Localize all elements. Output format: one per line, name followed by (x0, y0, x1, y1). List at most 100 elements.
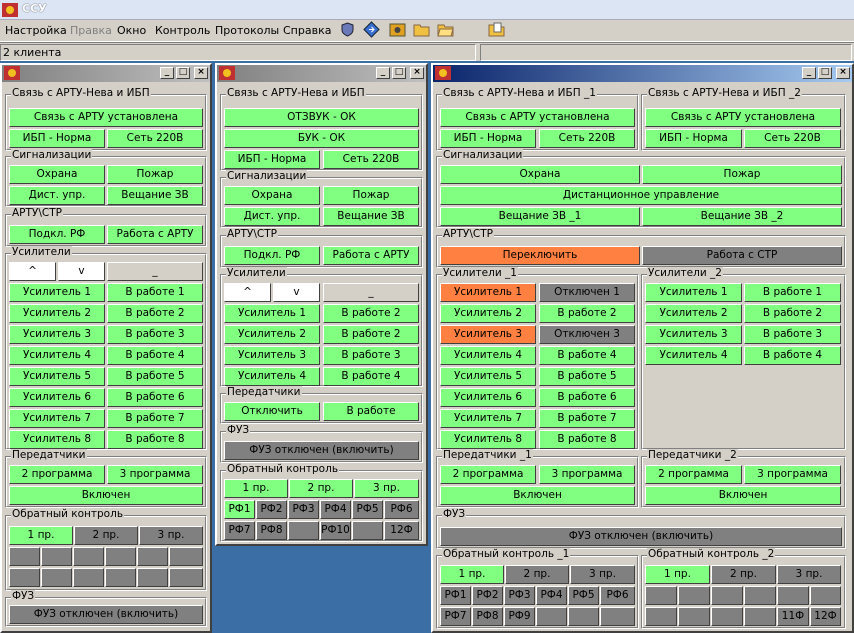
remote-control-button[interactable]: Дист. упр. (9, 186, 105, 205)
broadcast-zv-1-button[interactable]: Вещание ЗВ _1 (440, 207, 640, 226)
rf-cell[interactable] (645, 607, 677, 626)
rf-cell[interactable] (169, 568, 203, 587)
program-1-tab[interactable]: 1 пр. (9, 526, 73, 545)
broadcast-zv-2-button[interactable]: Вещание ЗВ _2 (642, 207, 842, 226)
rf-cell[interactable]: РФ4 (320, 500, 351, 519)
maximize-button[interactable]: □ (176, 67, 190, 79)
program-3-button[interactable]: 3 программа (107, 465, 203, 484)
remote-control-button[interactable]: Дист. упр. (224, 207, 320, 226)
window-titlebar[interactable]: _ □ × (2, 65, 210, 82)
program-2-button[interactable]: 2 программа (9, 465, 105, 484)
working-status-button[interactable]: В работе (323, 402, 419, 421)
program-3-tab[interactable]: 3 пр. (139, 526, 203, 545)
fire-button[interactable]: Пожар (642, 165, 842, 184)
rf-cell[interactable]: РФ2 (256, 500, 287, 519)
rf-cell[interactable]: РФ2 (472, 586, 503, 605)
amplifier-button[interactable]: Усилитель 3 (9, 325, 105, 344)
settings-icon[interactable] (389, 21, 406, 38)
amplifier-status[interactable]: В работе 4 (539, 346, 635, 365)
amplifier-button[interactable]: Усилитель 2 (224, 325, 320, 344)
link-status-button[interactable]: Связь с АРТУ установлена (645, 108, 841, 127)
amplifier-status[interactable]: В работе 5 (107, 367, 203, 386)
rf-cell[interactable] (678, 607, 710, 626)
amplifier-status[interactable]: В работе 3 (107, 325, 203, 344)
amplifier-status[interactable]: В работе 4 (744, 346, 841, 365)
rf-cell[interactable] (536, 607, 567, 626)
rf-cell[interactable]: РФ6 (384, 500, 419, 519)
rf-cell[interactable] (41, 547, 72, 566)
switch-button[interactable]: Переключить (440, 246, 640, 265)
program-3-tab[interactable]: 3 пр. (570, 565, 635, 584)
rf-cell[interactable]: РФ7 (224, 521, 255, 540)
rf-cell[interactable] (137, 547, 168, 566)
scroll-down-button[interactable]: v (58, 262, 105, 281)
scroll-down-button[interactable]: v (273, 283, 320, 302)
maximize-button[interactable]: □ (818, 67, 832, 79)
amplifier-button[interactable]: Усилитель 1 (224, 304, 320, 323)
amplifier-status[interactable]: В работе 5 (539, 367, 635, 386)
menu-settings[interactable]: Настройка (5, 24, 67, 37)
guard-button[interactable]: Охрана (9, 165, 105, 184)
amplifier-button[interactable]: Усилитель 2 (440, 304, 536, 323)
connect-rf-button[interactable]: Подкл. РФ (9, 225, 105, 244)
work-artu-button[interactable]: Работа с АРТУ (323, 246, 419, 265)
amplifier-status[interactable]: Отключен 1 (539, 283, 635, 302)
amplifier-button[interactable]: Усилитель 4 (440, 346, 536, 365)
menu-protocols[interactable]: Протоколы (215, 24, 279, 37)
program-2-button[interactable]: 2 программа (645, 465, 742, 484)
rf-cell[interactable] (9, 568, 40, 587)
amplifier-button[interactable]: Усилитель 7 (440, 409, 536, 428)
amplifier-button[interactable]: Усилитель 8 (440, 430, 536, 449)
fuz-toggle-button[interactable]: ФУЗ отключен (включить) (440, 527, 842, 546)
rf-cell[interactable]: РФ4 (536, 586, 567, 605)
amplifier-status[interactable]: В работе 8 (539, 430, 635, 449)
ups-status-button[interactable]: ИБП - Норма (440, 129, 536, 148)
scroll-up-button[interactable]: ^ (224, 283, 271, 302)
transmitter-on-button[interactable]: Включен (645, 486, 841, 505)
minimize-button[interactable]: _ (160, 67, 174, 79)
program-2-tab[interactable]: 2 пр. (74, 526, 138, 545)
minimize-button[interactable]: _ (802, 67, 816, 79)
amplifier-status[interactable]: В работе 6 (107, 388, 203, 407)
rf-cell[interactable] (73, 568, 104, 587)
fuz-toggle-button[interactable]: ФУЗ отключен (включить) (9, 605, 203, 624)
amplifier-button[interactable]: Усилитель 8 (9, 430, 105, 449)
folder-icon[interactable] (413, 21, 430, 38)
fire-button[interactable]: Пожар (323, 186, 419, 205)
rf-cell[interactable]: РФ3 (288, 500, 319, 519)
ups-status-button[interactable]: ИБП - Норма (9, 129, 105, 148)
program-3-tab[interactable]: 3 пр. (354, 479, 419, 498)
amplifier-button[interactable]: Усилитель 6 (440, 388, 536, 407)
buk-status-button[interactable]: БУК - ОК (224, 129, 419, 148)
rf-cell[interactable] (105, 547, 136, 566)
rf-cell[interactable]: 12Ф (384, 521, 419, 540)
collapse-button[interactable]: _ (107, 262, 203, 281)
disable-button[interactable]: Отключить (224, 402, 320, 421)
amplifier-button[interactable]: Усилитель 2 (645, 304, 742, 323)
transmitter-on-button[interactable]: Включен (440, 486, 635, 505)
program-3-tab[interactable]: 3 пр. (777, 565, 841, 584)
amplifier-status[interactable]: В работе 8 (107, 430, 203, 449)
rf-cell[interactable]: РФ7 (440, 607, 471, 626)
amplifier-button[interactable]: Усилитель 5 (440, 367, 536, 386)
rf-cell[interactable] (288, 521, 319, 540)
rf-cell[interactable] (810, 586, 841, 605)
guard-button[interactable]: Охрана (440, 165, 640, 184)
amplifier-status[interactable]: В работе 4 (107, 346, 203, 365)
collapse-button[interactable]: _ (323, 283, 419, 302)
remote-control-button[interactable]: Дистанционное управление (440, 186, 842, 205)
mains-status-button[interactable]: Сеть 220В (323, 150, 419, 169)
mains-status-button[interactable]: Сеть 220В (539, 129, 635, 148)
amplifier-status[interactable]: В работе 4 (323, 367, 419, 386)
rf-cell[interactable] (137, 568, 168, 587)
rf-cell[interactable] (73, 547, 104, 566)
amplifier-button[interactable]: Усилитель 1 (9, 283, 105, 302)
menu-edit[interactable]: Правка (70, 24, 112, 37)
program-2-tab[interactable]: 2 пр. (711, 565, 776, 584)
mains-status-button[interactable]: Сеть 220В (744, 129, 841, 148)
rf-cell[interactable] (744, 586, 776, 605)
rf-cell[interactable] (711, 607, 743, 626)
rf-cell[interactable]: 12Ф (810, 607, 841, 626)
rf-cell[interactable] (169, 547, 203, 566)
work-str-button[interactable]: Работа с СТР (642, 246, 842, 265)
